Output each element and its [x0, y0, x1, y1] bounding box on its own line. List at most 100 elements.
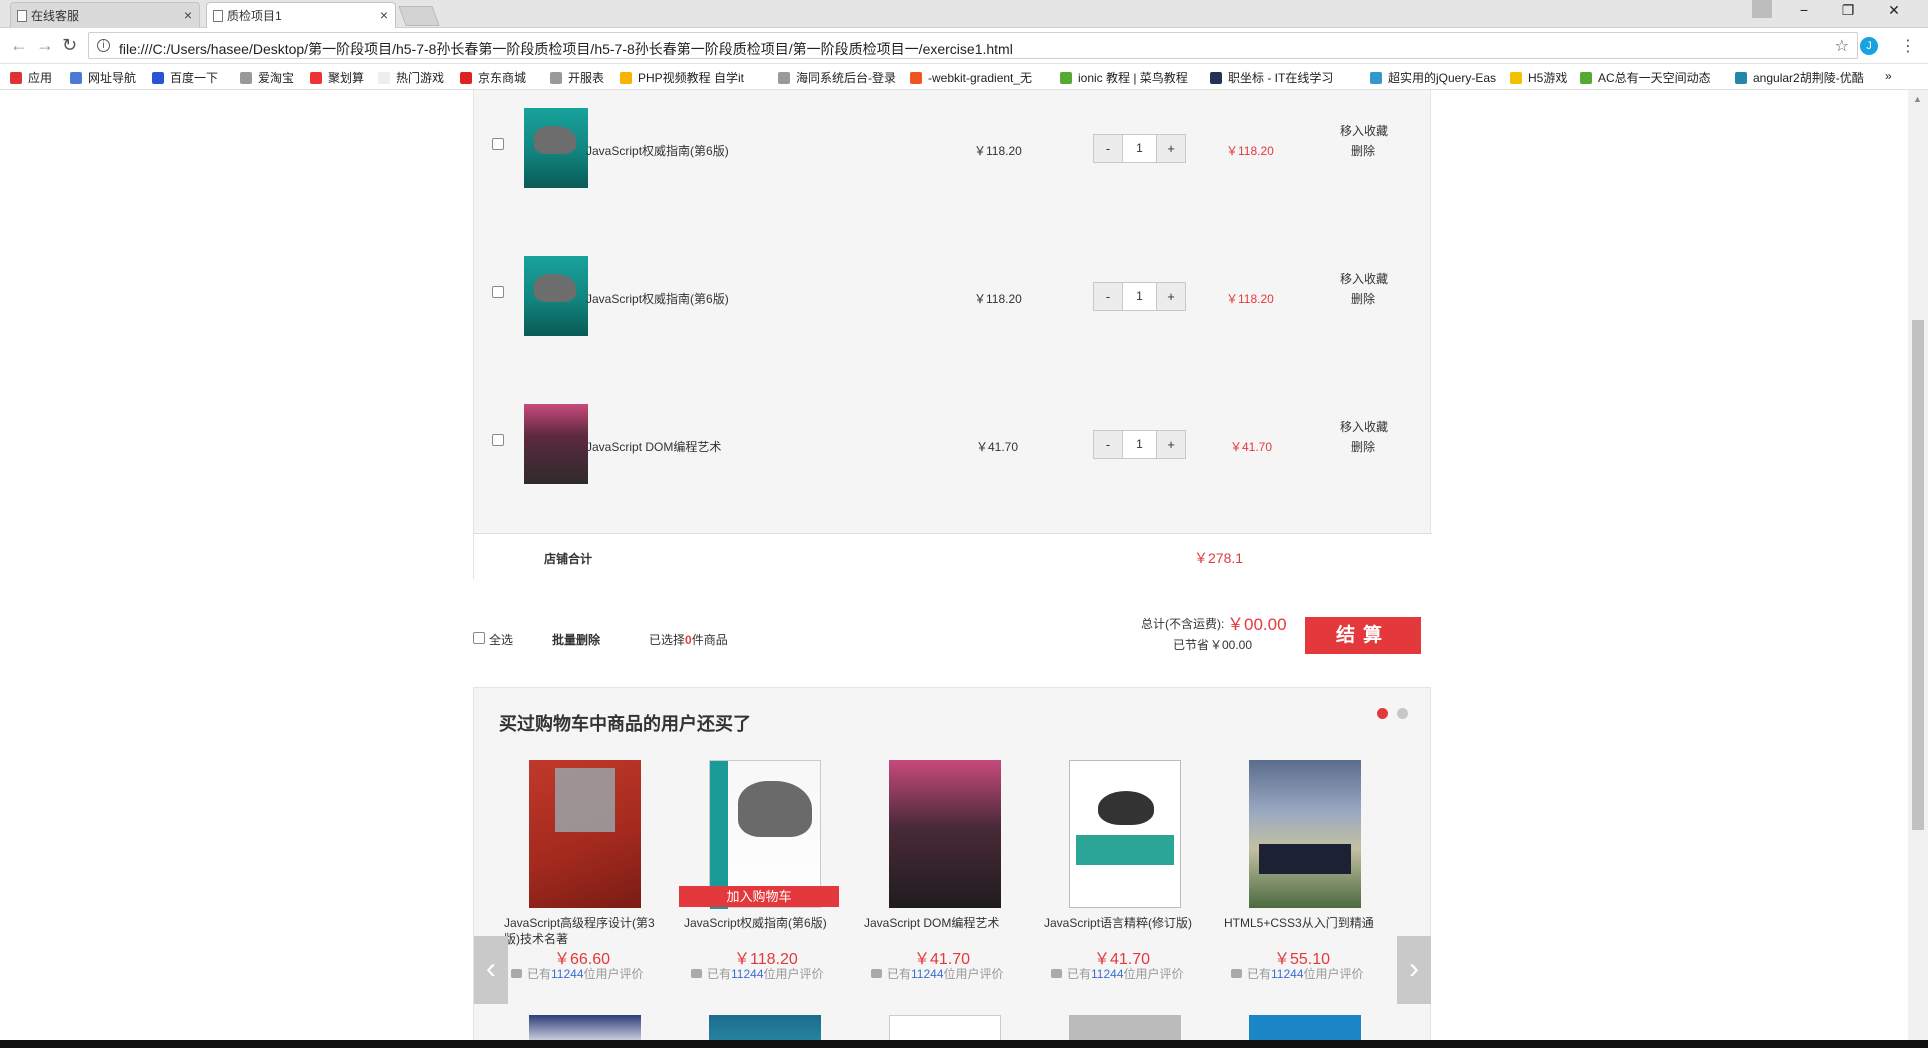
menu-icon[interactable]: ⋮ [1900, 36, 1916, 56]
recommended-product[interactable]: JavaScript DOM编程艺术 ￥41.70 已有11244位用户评价 [859, 760, 1019, 990]
scrollbar-thumb[interactable] [1912, 320, 1924, 830]
bookmark-label: 聚划算 [328, 71, 365, 85]
new-tab-button[interactable] [398, 6, 440, 26]
bookmark-favicon-icon [378, 71, 390, 84]
product-cover-image[interactable] [889, 760, 1001, 908]
recommended-product[interactable]: JavaScript语言精粹(修订版) ￥41.70 已有11244位用户评价 [1039, 760, 1199, 990]
bookmark-favicon-icon [1370, 71, 1382, 84]
checkout-button[interactable]: 结算 [1305, 617, 1421, 654]
add-to-cart-button[interactable]: 加入购物车 [679, 886, 839, 907]
product-cover-image[interactable] [1069, 760, 1181, 908]
delete-link[interactable]: 删除 [1351, 290, 1375, 307]
bookmark-label: PHP视频教程 自学it [638, 71, 745, 85]
qty-input[interactable]: 1 [1123, 282, 1156, 311]
review-count[interactable]: 11244 [911, 967, 943, 981]
bookmark-item[interactable]: 海同系统后台-登录 [778, 69, 896, 86]
carousel-prev-button[interactable]: ‹ [474, 936, 508, 1004]
review-count[interactable]: 11244 [1271, 967, 1303, 981]
book-cover-image[interactable] [524, 256, 588, 336]
book-cover-image[interactable] [524, 108, 588, 188]
item-checkbox[interactable] [492, 138, 504, 150]
delete-link[interactable]: 删除 [1351, 142, 1375, 159]
bookmark-item[interactable]: ionic 教程 | 菜鸟教程 [1060, 69, 1188, 86]
item-name[interactable]: JavaScript DOM编程艺术 [586, 438, 721, 455]
close-window-button[interactable]: ✕ [1874, 2, 1914, 19]
review-count[interactable]: 11244 [1091, 967, 1123, 981]
bookmark-item[interactable]: 超实用的jQuery-Eas [1370, 69, 1496, 86]
bookmark-item[interactable]: 聚划算 [310, 69, 364, 86]
comment-icon [511, 969, 522, 978]
qty-plus-button[interactable]: + [1156, 430, 1186, 459]
product-name[interactable]: JavaScript高级程序设计(第3版)技术名著 [504, 915, 664, 947]
scroll-up-icon[interactable]: ▲ [1913, 94, 1922, 104]
bookmark-star-icon[interactable]: ☆ [1835, 36, 1849, 56]
batch-delete-button[interactable]: 批量删除 [552, 631, 600, 648]
bookmarks-bar: 应用 网址导航 百度一下 爱淘宝 聚划算 热门游戏 京东商城 开服表 PHP视频教程 自学it 海… [0, 64, 1928, 90]
bookmark-item[interactable]: PHP视频教程 自学it [620, 69, 744, 86]
bookmark-item[interactable]: 网址导航 [70, 69, 136, 86]
reload-icon[interactable]: ↻ [62, 35, 77, 56]
product-cover-image[interactable] [1249, 760, 1361, 908]
carousel-dot[interactable] [1397, 708, 1408, 719]
product-name[interactable]: HTML5+CSS3从入门到精通 [1224, 915, 1384, 931]
item-checkbox[interactable] [492, 286, 504, 298]
product-name[interactable]: JavaScript语言精粹(修订版) [1044, 915, 1204, 931]
qty-plus-button[interactable]: + [1156, 134, 1186, 163]
item-name[interactable]: JavaScript权威指南(第6版) [586, 290, 729, 307]
recommended-product[interactable]: JavaScript高级程序设计(第3版)技术名著 ￥66.60 已有11244… [499, 760, 659, 990]
product-name[interactable]: JavaScript权威指南(第6版) [684, 915, 844, 931]
delete-link[interactable]: 删除 [1351, 438, 1375, 455]
move-to-favorites-link[interactable]: 移入收藏 [1340, 270, 1388, 287]
tab-quality-project[interactable]: 质检项目1 × [206, 2, 396, 28]
bookmark-item[interactable]: 开服表 [550, 69, 604, 86]
carousel-dot-active[interactable] [1377, 708, 1388, 719]
review-suffix: 位用户评价 [943, 967, 1004, 981]
url-input[interactable]: i file:///C:/Users/hasee/Desktop/第一阶段项目/… [88, 32, 1858, 59]
move-to-favorites-link[interactable]: 移入收藏 [1340, 122, 1388, 139]
recommended-product[interactable]: 加入购物车 JavaScript权威指南(第6版) ￥118.20 已有1124… [679, 760, 839, 990]
qty-input[interactable]: 1 [1123, 430, 1156, 459]
bookmark-item[interactable]: 爱淘宝 [240, 69, 294, 86]
item-checkbox[interactable] [492, 434, 504, 446]
bookmark-item[interactable]: -webkit-gradient_无 [910, 69, 1032, 86]
product-name[interactable]: JavaScript DOM编程艺术 [864, 915, 1024, 931]
qty-minus-button[interactable]: - [1093, 430, 1123, 459]
extension-icon[interactable]: J [1860, 37, 1878, 55]
select-all-label[interactable]: 全选 [489, 631, 513, 648]
book-cover-image[interactable] [524, 404, 588, 484]
bookmark-item[interactable]: 应用 [10, 69, 52, 86]
forward-icon[interactable]: → [36, 35, 54, 56]
selected-prefix: 已选择 [649, 633, 686, 647]
qty-input[interactable]: 1 [1123, 134, 1156, 163]
settlement-bar: 全选 批量删除 已选择0件商品 总计(不含运费): ￥00.00 已节省 ￥00… [473, 603, 1431, 654]
bookmark-item[interactable]: 百度一下 [152, 69, 218, 86]
saved-label: 已节省 [1173, 638, 1210, 652]
qty-minus-button[interactable]: - [1093, 282, 1123, 311]
more-bookmarks-icon[interactable]: » [1885, 69, 1892, 83]
select-all-checkbox[interactable] [473, 632, 485, 644]
minimize-button[interactable]: − [1784, 2, 1824, 18]
review-count[interactable]: 11244 [731, 967, 763, 981]
close-tab-icon[interactable]: × [184, 7, 192, 23]
review-count[interactable]: 11244 [551, 967, 583, 981]
bookmark-item[interactable]: AC总有一天空间动态 [1580, 69, 1711, 86]
item-name[interactable]: JavaScript权威指南(第6版) [586, 142, 729, 159]
move-to-favorites-link[interactable]: 移入收藏 [1340, 418, 1388, 435]
qty-minus-button[interactable]: - [1093, 134, 1123, 163]
bookmark-item[interactable]: H5游戏 [1510, 69, 1567, 86]
close-tab-icon[interactable]: × [380, 7, 388, 23]
restore-button[interactable]: ❐ [1828, 2, 1868, 19]
recommended-product[interactable]: HTML5+CSS3从入门到精通 ￥55.10 已有11244位用户评价 [1219, 760, 1379, 990]
bookmark-item[interactable]: 京东商城 [460, 69, 526, 86]
page-scrollbar[interactable]: ▲ [1908, 90, 1928, 1048]
back-icon[interactable]: ← [10, 35, 28, 56]
product-cover-image[interactable] [529, 760, 641, 908]
profile-icon[interactable] [1752, 0, 1772, 18]
qty-plus-button[interactable]: + [1156, 282, 1186, 311]
info-icon[interactable]: i [97, 39, 110, 52]
bookmark-item[interactable]: angular2胡荆陵-优酷 [1735, 69, 1864, 86]
tab-online-service[interactable]: 在线客服 × [10, 2, 200, 28]
carousel-next-button[interactable]: › [1397, 936, 1431, 1004]
bookmark-item[interactable]: 职坐标 - IT在线学习 [1210, 69, 1333, 86]
bookmark-item[interactable]: 热门游戏 [378, 69, 444, 86]
